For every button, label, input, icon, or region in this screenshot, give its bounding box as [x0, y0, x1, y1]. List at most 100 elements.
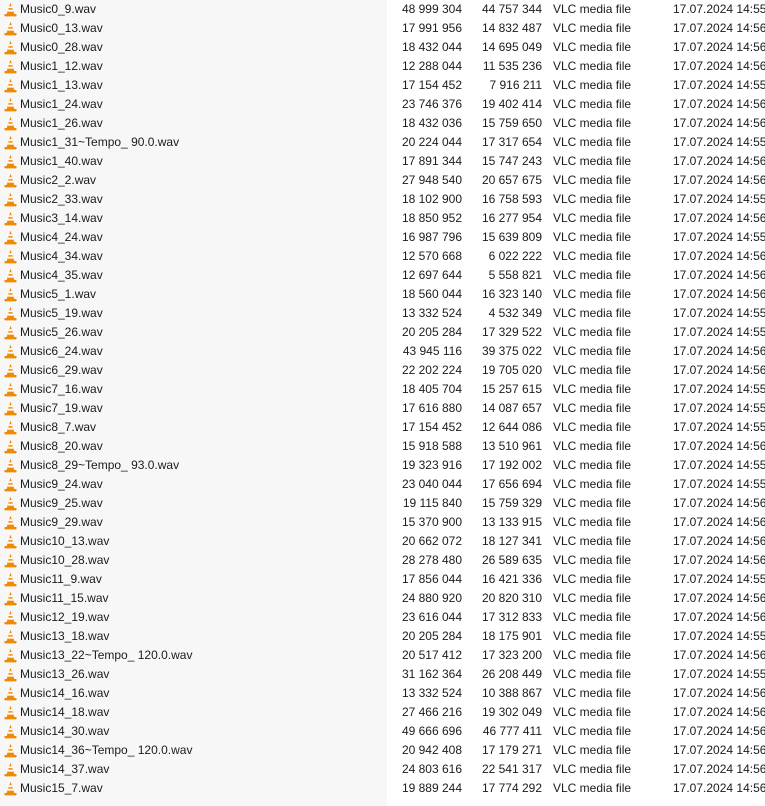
file-packed-size: 14 832 487 [481, 21, 542, 35]
file-row[interactable]: Music2_33.wav 18 102 900 16 758 593 VLC … [0, 190, 765, 209]
file-packed-size: 19 402 414 [481, 97, 542, 111]
vlc-cone-icon [3, 135, 18, 150]
file-row[interactable]: Music8_7.wav 17 154 452 12 644 086 VLC m… [0, 418, 765, 437]
file-packed-size: 7 916 211 [489, 78, 543, 92]
file-row[interactable]: Music5_19.wav 13 332 524 4 532 349 VLC m… [0, 304, 765, 323]
file-row[interactable]: Music14_36~Tempo_ 120.0.wav 20 942 408 1… [0, 741, 765, 760]
file-modified: 17.07.2024 14:55 [673, 477, 765, 491]
file-row[interactable]: Music5_26.wav 20 205 284 17 329 522 VLC … [0, 323, 765, 342]
file-packed-size: 17 312 833 [481, 610, 542, 624]
file-row[interactable]: Music8_20.wav 15 918 588 13 510 961 VLC … [0, 437, 765, 456]
file-row[interactable]: Music1_31~Tempo_ 90.0.wav 20 224 044 17 … [0, 133, 765, 152]
file-type: VLC media file [553, 743, 632, 757]
file-row[interactable]: Music9_25.wav 19 115 840 15 759 329 VLC … [0, 494, 765, 513]
file-row[interactable]: Music7_19.wav 17 616 880 14 087 657 VLC … [0, 399, 765, 418]
file-name: Music9_25.wav [20, 496, 103, 510]
file-packed-size: 15 759 329 [481, 496, 542, 510]
file-type: VLC media file [553, 420, 632, 434]
file-packed-size: 18 175 901 [481, 629, 542, 643]
file-row[interactable]: Music4_34.wav 12 570 668 6 022 222 VLC m… [0, 247, 765, 266]
file-packed-size: 17 656 694 [481, 477, 542, 491]
file-row[interactable]: Music5_1.wav 18 560 044 16 323 140 VLC m… [0, 285, 765, 304]
file-packed-size: 17 179 271 [481, 743, 542, 757]
file-packed-size: 17 329 522 [481, 325, 542, 339]
file-row[interactable]: Music8_29~Tempo_ 93.0.wav 19 323 916 17 … [0, 456, 765, 475]
file-type: VLC media file [553, 629, 632, 643]
file-type: VLC media file [553, 173, 632, 187]
file-row[interactable]: Music14_16.wav 13 332 524 10 388 867 VLC… [0, 684, 765, 703]
file-name: Music4_24.wav [20, 230, 103, 244]
file-row[interactable]: Music4_35.wav 12 697 644 5 558 821 VLC m… [0, 266, 765, 285]
file-row[interactable]: Music2_2.wav 27 948 540 20 657 675 VLC m… [0, 171, 765, 190]
file-row[interactable]: Music13_26.wav 31 162 364 26 208 449 VLC… [0, 665, 765, 684]
file-name: Music1_12.wav [20, 59, 103, 73]
file-row[interactable]: Music7_16.wav 18 405 704 15 257 615 VLC … [0, 380, 765, 399]
file-row[interactable]: Music10_13.wav 20 662 072 18 127 341 VLC… [0, 532, 765, 551]
file-type: VLC media file [553, 648, 632, 662]
vlc-cone-icon [3, 781, 18, 796]
file-row[interactable]: Music9_24.wav 23 040 044 17 656 694 VLC … [0, 475, 765, 494]
file-row[interactable]: Music13_22~Tempo_ 120.0.wav 20 517 412 1… [0, 646, 765, 665]
file-modified: 17.07.2024 14:56 [673, 515, 765, 529]
vlc-cone-icon [3, 2, 18, 17]
file-packed-size: 26 208 449 [481, 667, 542, 681]
vlc-cone-icon [3, 667, 18, 682]
file-name: Music6_29.wav [20, 363, 103, 377]
file-row[interactable]: Music3_14.wav 18 850 952 16 277 954 VLC … [0, 209, 765, 228]
file-row[interactable]: Music10_28.wav 28 278 480 26 589 635 VLC… [0, 551, 765, 570]
file-name: Music14_18.wav [20, 705, 110, 719]
file-name: Music6_24.wav [20, 344, 103, 358]
file-type: VLC media file [553, 344, 632, 358]
file-row[interactable]: Music11_15.wav 24 880 920 20 820 310 VLC… [0, 589, 765, 608]
vlc-cone-icon [3, 154, 18, 169]
file-row[interactable]: Music1_12.wav 12 288 044 11 535 236 VLC … [0, 57, 765, 76]
file-packed-size: 12 644 086 [481, 420, 542, 434]
file-packed-size: 15 639 809 [481, 230, 542, 244]
file-type: VLC media file [553, 78, 632, 92]
file-name: Music9_24.wav [20, 477, 103, 491]
file-type: VLC media file [553, 572, 632, 586]
file-row[interactable]: Music15_7.wav 19 889 244 17 774 292 VLC … [0, 779, 765, 798]
file-name: Music9_29.wav [20, 515, 103, 529]
vlc-cone-icon [3, 268, 18, 283]
file-name: Music1_26.wav [20, 116, 103, 130]
file-modified: 17.07.2024 14:55 [673, 230, 765, 244]
file-row[interactable]: Music0_9.wav 48 999 304 44 757 344 VLC m… [0, 0, 765, 19]
file-name: Music7_19.wav [20, 401, 103, 415]
file-row[interactable]: Music1_24.wav 23 746 376 19 402 414 VLC … [0, 95, 765, 114]
file-row[interactable]: Music6_24.wav 43 945 116 39 375 022 VLC … [0, 342, 765, 361]
file-name: Music1_24.wav [20, 97, 103, 111]
vlc-cone-icon [3, 515, 18, 530]
file-row[interactable]: Music13_18.wav 20 205 284 18 175 901 VLC… [0, 627, 765, 646]
file-row[interactable]: Music11_9.wav 17 856 044 16 421 336 VLC … [0, 570, 765, 589]
file-row[interactable]: Music14_37.wav 24 803 616 22 541 317 VLC… [0, 760, 765, 779]
file-row[interactable]: Music1_13.wav 17 154 452 7 916 211 VLC m… [0, 76, 765, 95]
file-row[interactable]: Music0_28.wav 18 432 044 14 695 049 VLC … [0, 38, 765, 57]
file-row[interactable]: Music1_26.wav 18 432 036 15 759 650 VLC … [0, 114, 765, 133]
file-packed-size: 26 589 635 [481, 553, 542, 567]
file-type: VLC media file [553, 477, 632, 491]
file-row[interactable]: Music0_13.wav 17 991 956 14 832 487 VLC … [0, 19, 765, 38]
file-modified: 17.07.2024 14:56 [673, 21, 765, 35]
file-modified: 17.07.2024 14:56 [673, 59, 765, 73]
vlc-cone-icon [3, 762, 18, 777]
file-row[interactable]: Music14_18.wav 27 466 216 19 302 049 VLC… [0, 703, 765, 722]
file-name: Music3_14.wav [20, 211, 103, 225]
file-modified: 17.07.2024 14:55 [673, 667, 765, 681]
file-row[interactable]: Music9_29.wav 15 370 900 13 133 915 VLC … [0, 513, 765, 532]
file-name: Music10_28.wav [20, 553, 110, 567]
file-type: VLC media file [553, 135, 632, 149]
file-modified: 17.07.2024 14:56 [673, 154, 765, 168]
vlc-cone-icon [3, 439, 18, 454]
file-row[interactable]: Music1_40.wav 17 891 344 15 747 243 VLC … [0, 152, 765, 171]
vlc-cone-icon [3, 629, 18, 644]
file-modified: 17.07.2024 14:55 [673, 325, 765, 339]
file-name: Music8_29~Tempo_ 93.0.wav [20, 458, 180, 472]
file-packed-size: 20 820 310 [481, 591, 542, 605]
vlc-cone-icon [3, 534, 18, 549]
vlc-cone-icon [3, 648, 18, 663]
file-row[interactable]: Music14_30.wav 49 666 696 46 777 411 VLC… [0, 722, 765, 741]
file-row[interactable]: Music4_24.wav 16 987 796 15 639 809 VLC … [0, 228, 765, 247]
file-row[interactable]: Music12_19.wav 23 616 044 17 312 833 VLC… [0, 608, 765, 627]
file-row[interactable]: Music6_29.wav 22 202 224 19 705 020 VLC … [0, 361, 765, 380]
